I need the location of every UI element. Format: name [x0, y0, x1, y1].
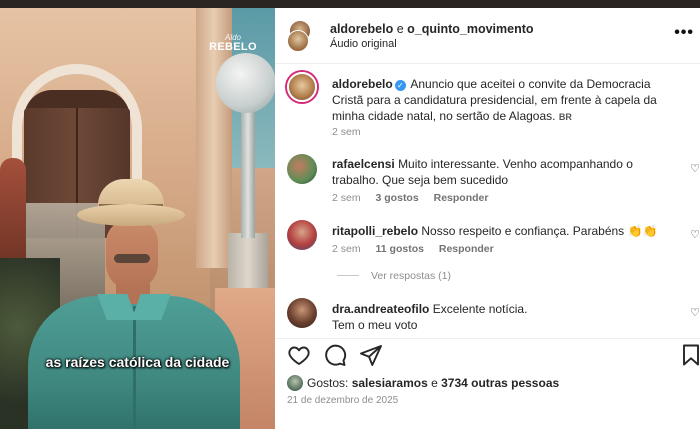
comment-text: dra.andreateofilo Excelente notícia. Tem… — [332, 301, 682, 333]
comment: rafaelcensi Muito interessante. Venho ac… — [275, 154, 700, 210]
comment-author[interactable]: ritapolli_rebelo — [332, 224, 418, 238]
caption-text: aldorebelo ✓ Anuncio que aceitei o convit… — [332, 76, 682, 125]
like-heart-icon[interactable] — [287, 343, 311, 367]
lamp-globe — [216, 53, 275, 113]
video-watermark: Aldo REBELO — [206, 34, 260, 53]
comment-body-line2: Tem o meu voto — [332, 318, 418, 332]
comment: dra.andreateofilo Excelente notícia. Tem… — [275, 298, 700, 338]
comment-author[interactable]: dra.andreateofilo — [332, 302, 429, 316]
authors-connector: e — [393, 22, 408, 36]
post-authors: aldorebelo e o_quinto_movimento — [330, 22, 534, 36]
share-send-icon[interactable] — [359, 343, 383, 367]
comment-meta: 2 sem 11 gostos Responder — [332, 243, 506, 255]
comment: ritapolli_rebelo Nosso respeito e confia… — [275, 220, 700, 260]
heart-outline-icon[interactable]: ♡ — [690, 228, 700, 241]
audio-link[interactable]: Áudio original — [330, 38, 397, 50]
comment-author[interactable]: rafaelcensi — [332, 157, 395, 171]
caption-time: 2 sem — [332, 126, 361, 138]
likes-prefix: Gostos: — [307, 376, 352, 390]
comment-text: ritapolli_rebelo Nosso respeito e confia… — [332, 223, 682, 239]
view-replies-button[interactable]: Ver respostas (1) — [337, 270, 451, 282]
view-replies-label: Ver respostas (1) — [371, 270, 451, 282]
likes-others[interactable]: 3734 outras pessoas — [441, 376, 559, 390]
post-caption: aldorebelo ✓ Anuncio que aceitei o convit… — [275, 72, 700, 142]
heart-outline-icon[interactable]: ♡ — [690, 306, 700, 319]
collab-avatars[interactable] — [287, 20, 317, 52]
more-options-icon[interactable]: ••• — [674, 24, 694, 42]
comment-meta: 2 sem 3 gostos Responder — [332, 192, 500, 204]
comment-bubble-icon[interactable] — [323, 343, 347, 367]
post-header: aldorebelo e o_quinto_movimento Áudio or… — [275, 8, 700, 64]
replies-divider — [337, 275, 359, 276]
comment-likes[interactable]: 3 gostos — [376, 192, 419, 204]
man-in-hat — [18, 176, 243, 429]
likes-summary[interactable]: Gostos: salesiaramos e 3734 outras pesso… — [287, 375, 559, 391]
comment-author[interactable]: aldorebelo — [332, 77, 393, 91]
reply-button[interactable]: Responder — [439, 243, 494, 255]
verified-badge-icon: ✓ — [394, 80, 406, 91]
bookmark-icon[interactable] — [679, 343, 700, 367]
avatar[interactable] — [287, 154, 317, 184]
heart-outline-icon[interactable]: ♡ — [690, 162, 700, 175]
reply-button[interactable]: Responder — [434, 192, 489, 204]
avatar[interactable] — [287, 72, 317, 102]
watermark-large: REBELO — [209, 41, 257, 53]
author-link[interactable]: aldorebelo — [330, 22, 393, 36]
lamp-post — [241, 108, 255, 238]
video-player[interactable]: Aldo REBELO as raízes católica da cidade — [0, 8, 275, 429]
comment-likes[interactable]: 11 gostos — [376, 243, 424, 255]
comment-text: rafaelcensi Muito interessante. Venho ac… — [332, 156, 682, 188]
avatar[interactable] — [287, 298, 317, 328]
avatar[interactable] — [287, 220, 317, 250]
mustache — [114, 254, 150, 263]
likes-connector: e — [427, 376, 442, 390]
post-panel: aldorebelo e o_quinto_movimento Áudio or… — [275, 8, 700, 429]
comment-time: 2 sem — [332, 243, 361, 255]
top-strip — [0, 0, 700, 8]
comment-body: Nosso respeito e confiança. Parabéns 👏👏 — [421, 224, 658, 238]
comment-body: Excelente notícia. — [432, 302, 528, 316]
caption-meta: 2 sem — [332, 126, 373, 138]
author-link[interactable]: o_quinto_movimento — [407, 22, 533, 36]
comment-time: 2 sem — [332, 192, 361, 204]
hat-brim — [77, 204, 185, 226]
country-tag: BR — [558, 112, 572, 122]
video-caption: as raízes católica da cidade — [45, 354, 230, 370]
liker-user[interactable]: salesiaramos — [352, 376, 428, 390]
avatar — [287, 375, 303, 391]
post-actions — [275, 338, 700, 370]
post-date: 21 de dezembro de 2025 — [287, 395, 399, 406]
avatar — [287, 30, 309, 52]
watermark-small: Aldo — [224, 33, 241, 42]
